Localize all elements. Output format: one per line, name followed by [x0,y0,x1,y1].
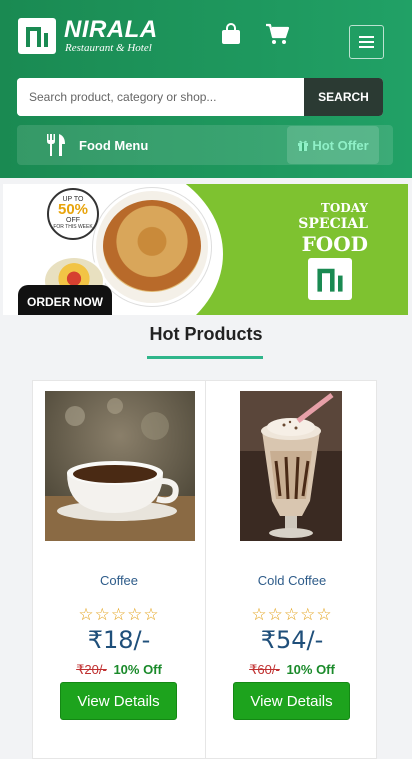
old-price: ₹60/- [249,662,280,677]
discount-text: 10% Off [286,662,335,677]
badge-bottom-text: FOR THIS WEEK [53,224,93,230]
price-discount-line: ₹60/- 10% Off [206,662,378,678]
hot-offer-label: Hot Offer [312,137,369,153]
product-name[interactable]: Coffee [33,573,205,588]
order-now-button[interactable]: ORDER NOW [18,285,112,315]
product-name[interactable]: Cold Coffee [206,573,378,588]
section-title: Hot Products [149,324,263,344]
food-menu-link[interactable]: Food Menu [45,131,148,159]
discount-text: 10% Off [113,662,162,677]
hamburger-menu-button[interactable] [349,25,384,59]
gift-icon [298,140,309,151]
biryani-image [103,200,201,292]
promo-banner[interactable]: UP TO 50% OFF FOR THIS WEEK TODAY SPECIA… [3,184,408,315]
product-card[interactable]: Cold Coffee ☆☆☆☆☆ ₹54/- ₹60/- 10% Off Vi… [206,381,378,759]
brand-tagline: Restaurant & Hotel [65,42,152,54]
hamburger-line [359,46,374,48]
banner-logo-icon [308,258,352,300]
app-header: NIRALA Restaurant & Hotel SEARCH Food Me… [0,0,412,178]
rating-stars: ☆☆☆☆☆ [251,605,333,625]
product-price: ₹18/- [87,626,151,654]
price-discount-line: ₹20/- 10% Off [33,662,205,678]
product-price: ₹54/- [260,626,324,654]
badge-sub-text: OFF [66,217,80,224]
shopping-bag-icon[interactable] [217,20,245,48]
product-card[interactable]: Coffee ☆☆☆☆☆ ₹18/- ₹20/- 10% Off View De… [33,381,205,759]
brand-logo[interactable]: NIRALA Restaurant & Hotel [18,16,168,60]
food-menu-label: Food Menu [79,137,149,153]
old-price: ₹20/- [76,662,107,677]
logo-mark-icon [18,18,56,54]
view-details-button[interactable]: View Details [60,682,177,720]
view-details-button[interactable]: View Details [233,682,350,720]
hamburger-line [359,41,374,43]
discount-badge: UP TO 50% OFF FOR THIS WEEK [47,188,99,240]
hot-offer-button[interactable]: Hot Offer [287,126,379,164]
product-image[interactable] [45,391,195,541]
category-bar: Food Menu Hot Offer [17,125,393,165]
cart-icon[interactable] [263,20,291,48]
product-grid: Coffee ☆☆☆☆☆ ₹18/- ₹20/- 10% Off View De… [32,380,377,759]
banner-headline: TODAY SPECIAL FOOD [298,200,368,256]
headline-special: SPECIAL [298,216,368,232]
search-input[interactable] [17,78,304,116]
search-button[interactable]: SEARCH [304,78,383,116]
fork-knife-icon [47,134,65,156]
product-image[interactable] [240,391,342,541]
badge-value: 50% [57,201,89,218]
hamburger-line [359,36,374,38]
title-underline [147,356,263,359]
search-bar: SEARCH [17,78,383,116]
rating-stars: ☆☆☆☆☆ [78,605,160,625]
headline-today: TODAY [320,201,368,215]
headline-food: FOOD [301,232,368,256]
brand-name: NIRALA [64,16,158,43]
